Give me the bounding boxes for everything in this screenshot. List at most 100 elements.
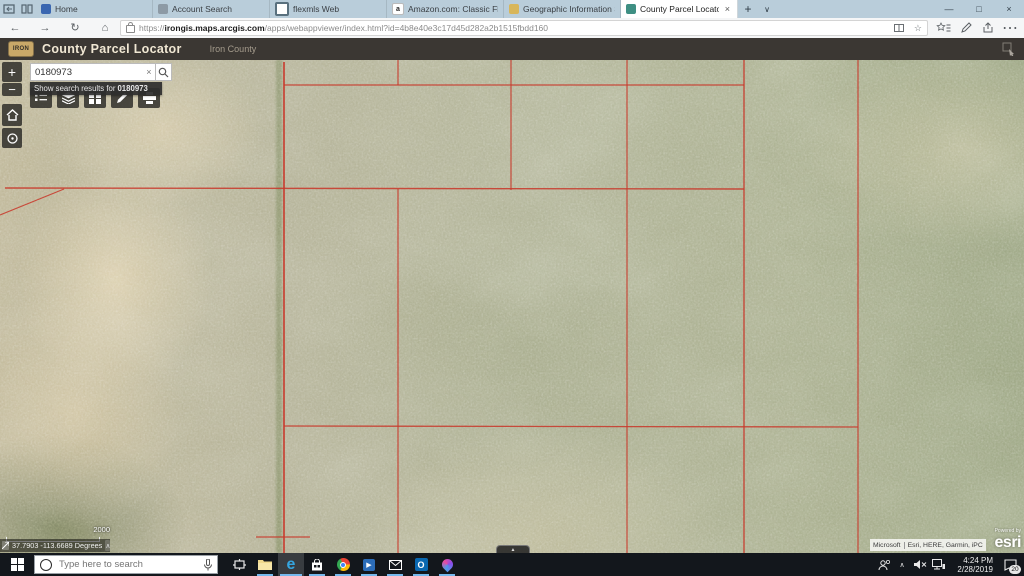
new-tab-button[interactable]: + [738,0,758,18]
taskbar-chrome[interactable] [330,553,356,576]
mail-icon [389,560,402,570]
esri-logo-text: esri [995,534,1021,551]
add-favorite-star-icon[interactable]: ☆ [914,23,922,34]
tab-close-icon[interactable]: × [723,4,732,14]
home-icon [6,109,19,121]
app-title: County Parcel Locator [42,42,182,56]
reading-view-icon[interactable] [894,23,904,33]
header-share-cursor-icon[interactable] [1002,42,1016,56]
taskbar-store[interactable] [304,553,330,576]
tab-label: County Parcel Locator [640,4,719,14]
account-search-tab-favicon [158,4,168,14]
clock-date: 2/28/2019 [957,565,993,574]
set-tabs-aside-icon[interactable] [3,4,15,14]
lock-icon [126,25,135,33]
favorites-hub-icon[interactable] [936,22,952,34]
taskbar-clock[interactable]: 4:24 PM 2/28/2019 [948,556,996,574]
close-button[interactable]: × [994,0,1024,18]
tab-amazon[interactable]: a Amazon.com: Classic Flame [387,0,504,18]
browser-home-button[interactable]: ⌂ [90,19,120,38]
taskbar-file-explorer[interactable] [252,553,278,576]
share-icon[interactable] [980,22,996,34]
notification-badge: 20 [1009,565,1021,574]
gis-tab-favicon [509,4,519,14]
microphone-icon[interactable] [204,559,212,571]
attribute-table-handle[interactable]: ▲ [496,545,530,553]
parcel-lines-svg [0,60,1024,553]
refresh-button[interactable]: ↻ [60,19,90,38]
coordinates-expand-icon[interactable]: ∧ [105,540,110,551]
search-suggestion-item[interactable]: Show search results for 0180973 [30,82,162,95]
tab-home[interactable]: Home [36,0,153,18]
tab-list-chevron-icon[interactable]: ∨ [758,0,776,18]
tab-county-parcel-locator[interactable]: County Parcel Locator × [621,0,738,18]
taskbar-maps[interactable] [434,553,460,576]
tab-bar-left-controls [0,0,36,18]
back-button[interactable]: ← [0,19,30,38]
search-clear-icon[interactable]: × [143,63,155,81]
maps-pin-icon [439,557,455,573]
default-extent-button[interactable] [2,104,22,126]
file-explorer-icon [258,559,272,570]
coordinates-crosshair-icon[interactable] [2,541,9,550]
search-icon [158,67,169,78]
clock-time: 4:24 PM [963,556,993,565]
start-button[interactable] [0,553,34,576]
zoom-in-button[interactable]: + [2,62,22,82]
map-attribution: Microsoft Esri, HERE, Garmin, iPC [870,539,986,551]
my-location-button[interactable] [2,128,22,148]
parcel-locator-tab-favicon [626,4,636,14]
parcel-search-input[interactable] [30,63,143,81]
flexmls-tab-favicon [275,2,289,16]
zoom-out-button[interactable]: − [2,83,22,96]
taskbar-outlook[interactable]: O [408,553,434,576]
task-view-button[interactable] [226,553,252,576]
cortana-icon [40,559,52,571]
powered-by-label: Powered by [985,528,1021,534]
network-icon[interactable] [930,553,946,576]
search-submit-button[interactable] [155,63,172,81]
esri-logo: Powered by esri [985,528,1021,552]
taskbar-edge[interactable]: e [278,553,304,576]
task-view-icon [233,559,246,570]
taskbar-mail[interactable] [382,553,408,576]
tab-flexmls-web[interactable]: flexmls Web [270,0,387,18]
outlook-icon: O [415,558,428,571]
action-center-button[interactable]: 20 [998,553,1022,576]
taskbar-search-box[interactable] [34,555,218,574]
movies-tv-icon: ▶ [363,559,375,571]
windows-logo-icon [11,558,24,571]
people-icon[interactable] [876,553,892,576]
volume-muted-icon[interactable] [912,553,928,576]
taskbar-movies-tv[interactable]: ▶ [356,553,382,576]
attribution-sources: Esri, HERE, Garmin, iPC [908,542,983,549]
locate-circle-icon [6,132,19,145]
tab-label: Home [55,4,78,14]
scale-label: 2000 [93,525,110,534]
browser-tab-bar: Home Account Search flexmls Web a Amazon… [0,0,1024,18]
hidden-icons-chevron[interactable]: ∧ [894,553,910,576]
url-field[interactable]: https://irongis.maps.arcgis.com/apps/web… [120,20,928,36]
coordinates-widget: 37.7903 -113.6689 Degrees ∧ [0,539,110,552]
system-tray: ∧ 4:24 PM 2/28/2019 20 [876,553,1024,576]
map-canvas[interactable]: + − × Show search [0,60,1024,553]
tab-preview-icon[interactable] [21,4,33,14]
taskbar-search-input[interactable] [57,558,199,571]
tab-label: Account Search [172,4,232,14]
annotate-pen-icon[interactable] [958,22,974,34]
window-controls: — □ × [934,0,1024,18]
more-options-icon[interactable]: ⋯ [1002,18,1018,38]
chrome-icon [337,558,350,571]
screen: Home Account Search flexmls Web a Amazon… [0,0,1024,576]
url-text: https://irongis.maps.arcgis.com/apps/web… [139,23,548,33]
suggestion-text: Show search results for [34,84,115,93]
tab-label: Amazon.com: Classic Flame [408,4,498,14]
tab-label: flexmls Web [293,4,339,14]
tab-geographic-information[interactable]: Geographic Information Sys [504,0,621,18]
minimize-button[interactable]: — [934,0,964,18]
app-header: IRON County Parcel Locator Iron County [0,38,1024,60]
maximize-button[interactable]: □ [964,0,994,18]
forward-button[interactable]: → [30,19,60,38]
address-bar-right-icons: ⋯ [936,18,1018,38]
tab-account-search[interactable]: Account Search [153,0,270,18]
